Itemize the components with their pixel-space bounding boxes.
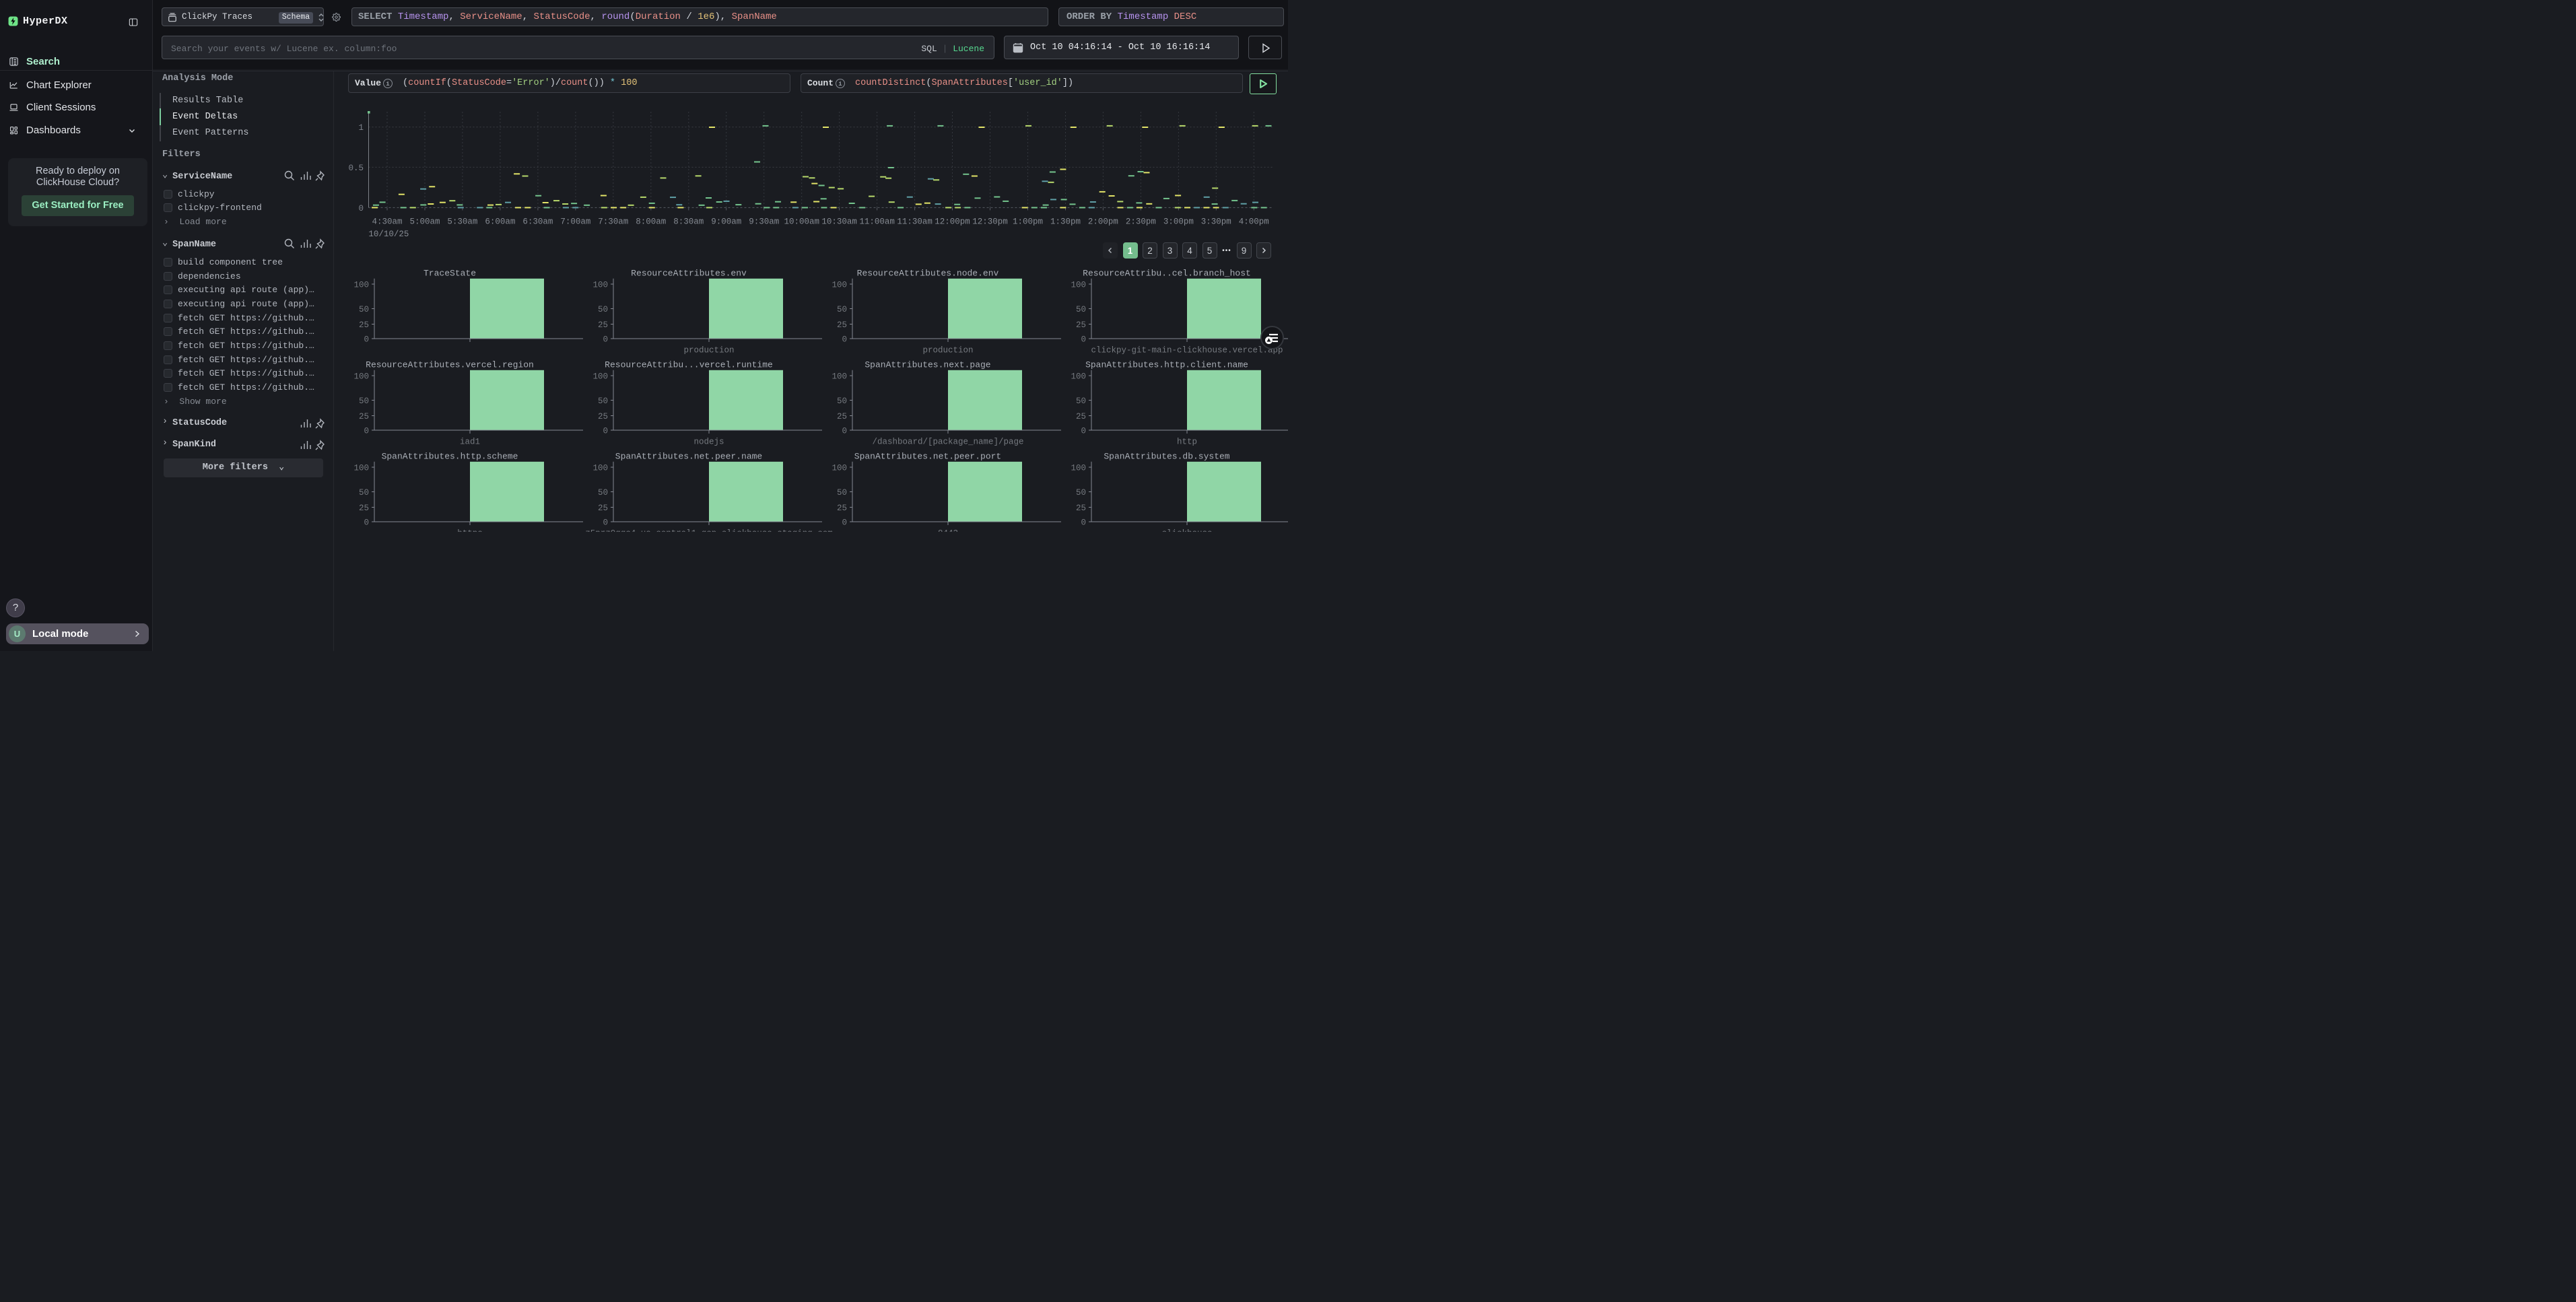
svg-text:0: 0 — [1081, 518, 1086, 528]
svg-text:0: 0 — [842, 335, 847, 345]
svg-text:25: 25 — [598, 320, 608, 330]
svg-text:50: 50 — [359, 488, 369, 498]
svg-text:0: 0 — [842, 427, 847, 436]
svg-text:9:30am: 9:30am — [749, 217, 779, 227]
svg-text:100: 100 — [1071, 372, 1086, 382]
svg-text:6:30am: 6:30am — [522, 217, 553, 227]
svg-text:/dashboard/[package_name]/page: /dashboard/[package_name]/page — [872, 438, 1023, 447]
svg-text:https: https — [457, 529, 483, 539]
svg-text:25: 25 — [837, 504, 847, 513]
svg-text:0: 0 — [603, 518, 608, 528]
svg-text:SpanAttributes.net.peer.name: SpanAttributes.net.peer.name — [615, 452, 762, 462]
svg-text:1: 1 — [358, 123, 364, 133]
svg-text:100: 100 — [353, 281, 369, 290]
svg-text:10:30am: 10:30am — [821, 217, 857, 227]
svg-text:50: 50 — [598, 397, 608, 406]
svg-text:0: 0 — [1081, 427, 1086, 436]
svg-text:0: 0 — [358, 204, 364, 213]
svg-text:50: 50 — [359, 397, 369, 406]
svg-text:8:00am: 8:00am — [636, 217, 666, 227]
svg-text:12:30pm: 12:30pm — [972, 217, 1008, 227]
svg-text:2:30pm: 2:30pm — [1126, 217, 1156, 227]
svg-text:2:00pm: 2:00pm — [1088, 217, 1118, 227]
svg-text:1:30pm: 1:30pm — [1050, 217, 1081, 227]
svg-text:25: 25 — [598, 412, 608, 421]
svg-text:25: 25 — [1076, 320, 1086, 330]
svg-text:ResourceAttributes.node.env: ResourceAttributes.node.env — [857, 269, 999, 279]
svg-text:50: 50 — [837, 488, 847, 498]
svg-text:25: 25 — [1076, 504, 1086, 513]
svg-text:ResourceAttributes.vercel.regi: ResourceAttributes.vercel.region — [366, 360, 534, 370]
svg-text:25: 25 — [837, 412, 847, 421]
svg-text:7:00am: 7:00am — [560, 217, 590, 227]
svg-text:50: 50 — [837, 397, 847, 406]
svg-text:0.5: 0.5 — [348, 164, 364, 173]
svg-text:ResourceAttributes.env: ResourceAttributes.env — [631, 269, 747, 279]
svg-text:production: production — [683, 346, 734, 355]
svg-text:50: 50 — [598, 488, 608, 498]
svg-text:100: 100 — [832, 281, 847, 290]
svg-text:production: production — [922, 346, 973, 355]
svg-text:100: 100 — [353, 372, 369, 382]
svg-text:SpanAttributes.next.page: SpanAttributes.next.page — [865, 360, 990, 370]
svg-text:100: 100 — [353, 464, 369, 473]
svg-text:25: 25 — [1076, 412, 1086, 421]
svg-text:50: 50 — [1076, 488, 1086, 498]
svg-text:100: 100 — [1071, 464, 1086, 473]
svg-text:5:00am: 5:00am — [409, 217, 440, 227]
svg-text:50: 50 — [598, 305, 608, 314]
svg-text:6:00am: 6:00am — [485, 217, 515, 227]
svg-text:100: 100 — [592, 372, 608, 382]
svg-text:0: 0 — [603, 335, 608, 345]
svg-text:0: 0 — [364, 427, 369, 436]
svg-text:iad1: iad1 — [460, 438, 480, 447]
svg-text:100: 100 — [832, 464, 847, 473]
svg-text:100: 100 — [1071, 281, 1086, 290]
svg-text:25: 25 — [359, 320, 369, 330]
svg-text:3:00pm: 3:00pm — [1163, 217, 1194, 227]
svg-text:clickhouse: clickhouse — [1161, 529, 1212, 539]
svg-text:SpanAttributes.db.system: SpanAttributes.db.system — [1104, 452, 1229, 462]
svg-text:9:00am: 9:00am — [711, 217, 741, 227]
svg-text:5:30am: 5:30am — [447, 217, 477, 227]
svg-text:3:30pm: 3:30pm — [1201, 217, 1231, 227]
svg-text:SpanAttributes.http.client.nam: SpanAttributes.http.client.name — [1085, 360, 1248, 370]
svg-text:25: 25 — [359, 412, 369, 421]
svg-text:ResourceAttribu...vercel.runti: ResourceAttribu...vercel.runtime — [605, 360, 773, 370]
svg-text:25: 25 — [359, 504, 369, 513]
svg-text:4:00pm: 4:00pm — [1239, 217, 1269, 227]
svg-text:SpanAttributes.http.scheme: SpanAttributes.http.scheme — [382, 452, 518, 462]
svg-text:50: 50 — [837, 305, 847, 314]
svg-text:z5prz9ggc4.us-central1.gcp.cli: z5prz9ggc4.us-central1.gcp.clickhouse-st… — [585, 529, 833, 539]
svg-text:25: 25 — [598, 504, 608, 513]
svg-text:12:00pm: 12:00pm — [935, 217, 970, 227]
svg-text:1:00pm: 1:00pm — [1013, 217, 1043, 227]
svg-text:0: 0 — [364, 335, 369, 345]
svg-text:ResourceAttribu..cel.branch_ho: ResourceAttribu..cel.branch_host — [1083, 269, 1251, 279]
svg-text:25: 25 — [837, 320, 847, 330]
svg-text:0: 0 — [364, 518, 369, 528]
svg-text:10:00am: 10:00am — [784, 217, 819, 227]
svg-text:0: 0 — [1081, 335, 1086, 345]
svg-text:0: 0 — [603, 427, 608, 436]
svg-text:SpanAttributes.net.peer.port: SpanAttributes.net.peer.port — [854, 452, 1001, 462]
svg-text:50: 50 — [1076, 397, 1086, 406]
svg-text:50: 50 — [359, 305, 369, 314]
svg-text:http: http — [1177, 438, 1197, 447]
svg-text:100: 100 — [592, 464, 608, 473]
svg-text:nodejs: nodejs — [693, 438, 724, 447]
svg-text:50: 50 — [1076, 305, 1086, 314]
svg-text:8443: 8443 — [938, 529, 958, 539]
svg-text:0: 0 — [842, 518, 847, 528]
svg-text:clickpy-git-main-clickhouse.ve: clickpy-git-main-clickhouse.vercel.app — [1091, 346, 1283, 355]
svg-text:11:30am: 11:30am — [897, 217, 933, 227]
svg-text:8:30am: 8:30am — [673, 217, 704, 227]
svg-text:4:30am: 4:30am — [372, 217, 402, 227]
svg-text:TraceState: TraceState — [423, 269, 476, 279]
svg-text:11:00am: 11:00am — [859, 217, 895, 227]
svg-text:10/10/25: 10/10/25 — [368, 230, 409, 239]
svg-text:100: 100 — [832, 372, 847, 382]
svg-text:7:30am: 7:30am — [598, 217, 628, 227]
svg-text:100: 100 — [592, 281, 608, 290]
